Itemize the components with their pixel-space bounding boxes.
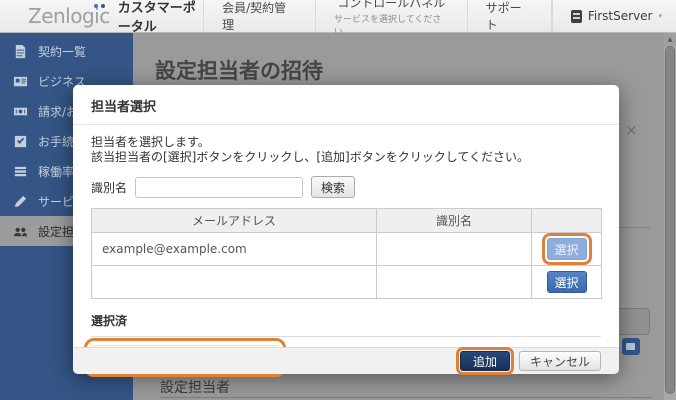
server-icon — [571, 10, 582, 23]
brand-subtitle: カスタマーポータル — [118, 0, 203, 35]
search-row: 識別名 検索 — [91, 176, 601, 198]
scrollbar-thumb[interactable] — [665, 46, 675, 394]
account-name: FirstServer — [588, 9, 653, 23]
brand[interactable]: Zenlogic カスタマーポータル — [0, 0, 203, 32]
banknote-icon — [13, 104, 28, 119]
nav-item-sublabel: サービスを選択してください — [334, 12, 449, 38]
nav-item-control-panel[interactable]: コントロールパネル サービスを選択してください — [315, 0, 467, 32]
cancel-button[interactable]: キャンセル — [519, 351, 601, 371]
logo-dots-icon — [94, 4, 105, 8]
checkbox-icon — [13, 134, 28, 149]
dialog-footer: 追加 キャンセル — [73, 347, 619, 374]
identifier-cell — [377, 266, 532, 299]
scrollbar-up-icon[interactable]: ▲ — [664, 33, 676, 46]
action-cell: 選択 — [532, 233, 602, 266]
top-navbar: Zenlogic カスタマーポータル 会員/契約管理 コントロールパネル サービ… — [0, 0, 676, 33]
search-button[interactable]: 検索 — [311, 176, 355, 198]
sidebar-item-label: 契約一覧 — [38, 43, 86, 60]
dialog-description-line2: 該当担当者の[選択]ボタンをクリックし、[追加]ボタンをクリックしてください。 — [91, 150, 601, 165]
close-icon: × — [625, 121, 638, 139]
add-button[interactable]: 追加 — [460, 351, 510, 371]
section-heading: 設定担当者 — [160, 377, 230, 397]
identifier-input[interactable] — [135, 177, 303, 198]
people-icon — [13, 224, 28, 239]
document-icon — [13, 44, 28, 59]
page-title: 設定担当者の招待 — [155, 55, 323, 85]
nav-item-label: 会員/契約管理 — [222, 0, 297, 33]
nav-item-label: コントロールパネル — [337, 0, 445, 11]
identifier-cell — [377, 233, 532, 266]
account-menu[interactable]: FirstServer ▾ — [552, 0, 676, 32]
dialog-title: 担当者選択 — [91, 100, 156, 115]
nav-menu: 会員/契約管理 コントロールパネル サービスを選択してください サポート — [203, 0, 552, 32]
table-header-row: メールアドレス 識別名 — [92, 209, 602, 233]
pen-icon — [13, 194, 28, 209]
column-header-action — [532, 209, 602, 233]
dialog-header: 担当者選択 — [73, 85, 619, 125]
search-label: 識別名 — [91, 179, 127, 196]
sidebar-item-contracts[interactable]: 契約一覧 — [0, 36, 133, 66]
table-row: 選択 — [92, 266, 602, 299]
person-select-dialog: 担当者選択 担当者を選択します。 該当担当者の[選択]ボタンをクリックし、[追加… — [73, 85, 619, 374]
caret-down-icon: ▾ — [658, 12, 662, 20]
divider — [160, 397, 652, 398]
background-button-fragment — [622, 338, 640, 355]
action-cell: 選択 — [532, 266, 602, 299]
id-card-icon — [13, 74, 28, 89]
column-header-email: メールアドレス — [92, 209, 377, 233]
nav-item-support[interactable]: サポート — [467, 0, 552, 32]
column-header-identifier: 識別名 — [377, 209, 532, 233]
nav-item-members[interactable]: 会員/契約管理 — [203, 0, 315, 32]
dialog-description-line1: 担当者を選択します。 — [91, 135, 601, 150]
select-button-row2[interactable]: 選択 — [547, 271, 587, 293]
email-cell — [92, 266, 377, 299]
list-icon — [13, 164, 28, 179]
vertical-scrollbar[interactable]: ▲ — [664, 33, 676, 400]
select-button-row1[interactable]: 選択 — [547, 238, 587, 260]
nav-item-label: サポート — [486, 0, 533, 33]
selected-label: 選択済 — [91, 312, 601, 337]
dialog-body: 担当者を選択します。 該当担当者の[選択]ボタンをクリックし、[追加]ボタンをク… — [73, 125, 619, 370]
table-row: example@example.com 選択 — [92, 233, 602, 266]
person-table: メールアドレス 識別名 example@example.com 選択 — [91, 208, 602, 299]
email-cell: example@example.com — [92, 233, 377, 266]
